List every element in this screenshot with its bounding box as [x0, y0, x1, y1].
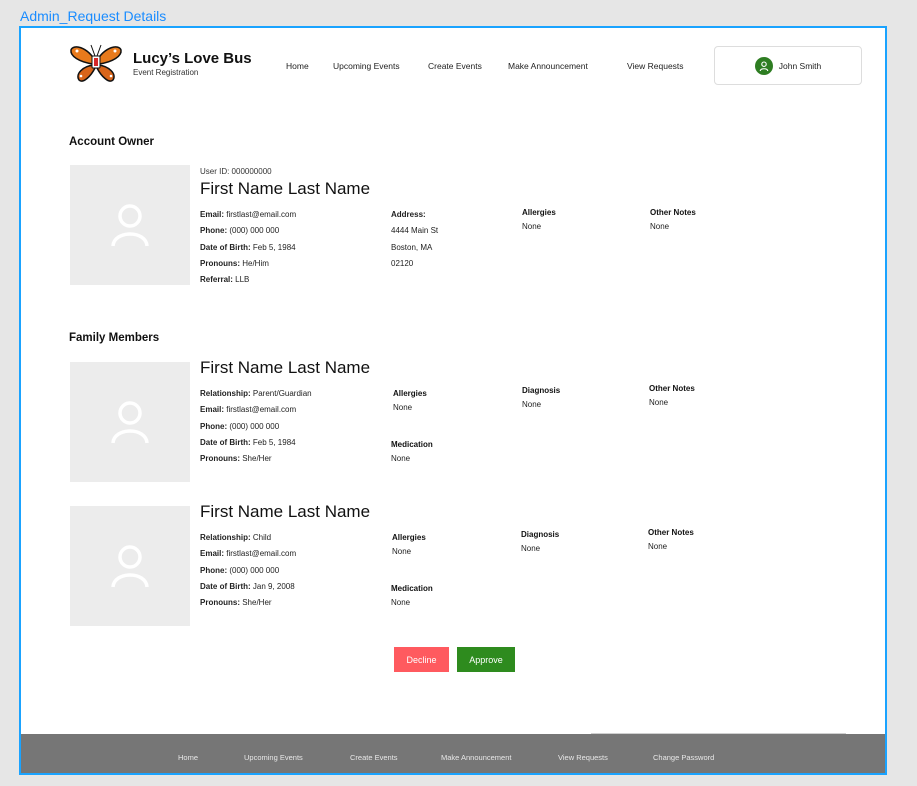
owner-other-notes: Other Notes None — [650, 208, 696, 231]
brand: Lucy’s Love Bus Event Registration — [133, 50, 252, 77]
decline-button[interactable]: Decline — [394, 647, 449, 672]
member-dob: Date of Birth: Jan 9, 2008 — [200, 581, 295, 591]
member-pronouns: Pronouns: She/Her — [200, 598, 272, 608]
request-details-page: Lucy’s Love Bus Event Registration Home … — [19, 26, 887, 775]
member-medication: Medication None — [391, 440, 433, 463]
butterfly-logo-icon[interactable] — [69, 42, 123, 84]
person-placeholder-icon — [111, 545, 149, 588]
member-allergies: Allergies None — [393, 389, 427, 412]
owner-pronouns: Pronouns: He/Him — [200, 258, 269, 268]
footer-view-requests[interactable]: View Requests — [558, 753, 608, 762]
member-diagnosis: Diagnosis None — [522, 386, 561, 409]
member-email: Email: firstlast@email.com — [200, 405, 297, 415]
member-phone: Phone: (000) 000 000 — [200, 565, 280, 575]
owner-dob: Date of Birth: Feb 5, 1984 — [200, 242, 296, 252]
member-photo — [70, 506, 190, 626]
owner-referral: Referral: LLB — [200, 275, 250, 285]
nav-upcoming-events[interactable]: Upcoming Events — [333, 61, 400, 71]
member-other-notes: Other Notes None — [649, 384, 695, 407]
person-placeholder-icon — [111, 401, 149, 444]
frame-label: Admin_Request Details — [20, 8, 167, 24]
member-other-notes: Other Notes None — [648, 528, 694, 551]
footer-home[interactable]: Home — [178, 753, 198, 762]
footer-make-announcement[interactable]: Make Announcement — [441, 753, 511, 762]
member-photo — [70, 362, 190, 482]
member-pronouns: Pronouns: She/Her — [200, 454, 272, 464]
owner-email: Email: firstlast@email.com — [200, 210, 297, 219]
owner-photo — [70, 165, 190, 285]
user-name: John Smith — [778, 60, 822, 71]
footer: Home Upcoming Events Create Events Make … — [21, 734, 885, 773]
account-owner-title: Account Owner — [69, 136, 154, 148]
owner-address: Address: 4444 Main St Boston, MA 02120 — [391, 207, 438, 272]
address-line3: 02120 — [391, 258, 414, 268]
member-name: First Name Last Name — [200, 502, 371, 521]
member-diagnosis: Diagnosis None — [521, 530, 560, 553]
footer-change-password[interactable]: Change Password — [653, 753, 714, 762]
person-placeholder-icon — [111, 204, 149, 247]
address-line1: 4444 Main St — [391, 226, 439, 236]
member-name: First Name Last Name — [200, 358, 371, 377]
nav-make-announcement[interactable]: Make Announcement — [508, 61, 588, 71]
footer-create-events[interactable]: Create Events — [350, 753, 398, 762]
user-avatar-icon — [754, 56, 773, 75]
user-id: User ID: 000000000 — [200, 167, 272, 176]
approve-button[interactable]: Approve — [457, 647, 515, 672]
family-members-title: Family Members — [69, 332, 160, 344]
footer-upcoming-events[interactable]: Upcoming Events — [244, 753, 303, 762]
address-line2: Boston, MA — [391, 242, 433, 252]
member-dob: Date of Birth: Feb 5, 1984 — [200, 437, 296, 447]
member-contact-fields: Relationship: Child Email: firstlast@ema… — [200, 530, 296, 611]
owner-phone: Phone: (000) 000 000 — [200, 226, 280, 236]
user-menu[interactable]: John Smith — [714, 46, 862, 85]
nav-home[interactable]: Home — [286, 61, 309, 71]
brand-subtitle: Event Registration — [133, 68, 199, 77]
member-medication: Medication None — [391, 584, 433, 607]
member-contact-fields: Relationship: Parent/Guardian Email: fir… — [200, 386, 312, 467]
brand-name: Lucy’s Love Bus — [133, 50, 252, 67]
owner-name: First Name Last Name — [200, 179, 371, 198]
member-relationship: Relationship: Child — [200, 533, 272, 542]
address-label: Address: — [391, 210, 426, 219]
member-relationship: Relationship: Parent/Guardian — [200, 389, 312, 398]
member-phone: Phone: (000) 000 000 — [200, 421, 280, 431]
member-email: Email: firstlast@email.com — [200, 549, 297, 559]
owner-allergies: Allergies None — [522, 208, 556, 231]
nav-view-requests[interactable]: View Requests — [627, 61, 684, 71]
member-allergies: Allergies None — [392, 533, 426, 556]
owner-contact-fields: Email: firstlast@email.com Phone: (000) … — [200, 207, 296, 288]
nav-create-events[interactable]: Create Events — [428, 61, 482, 71]
